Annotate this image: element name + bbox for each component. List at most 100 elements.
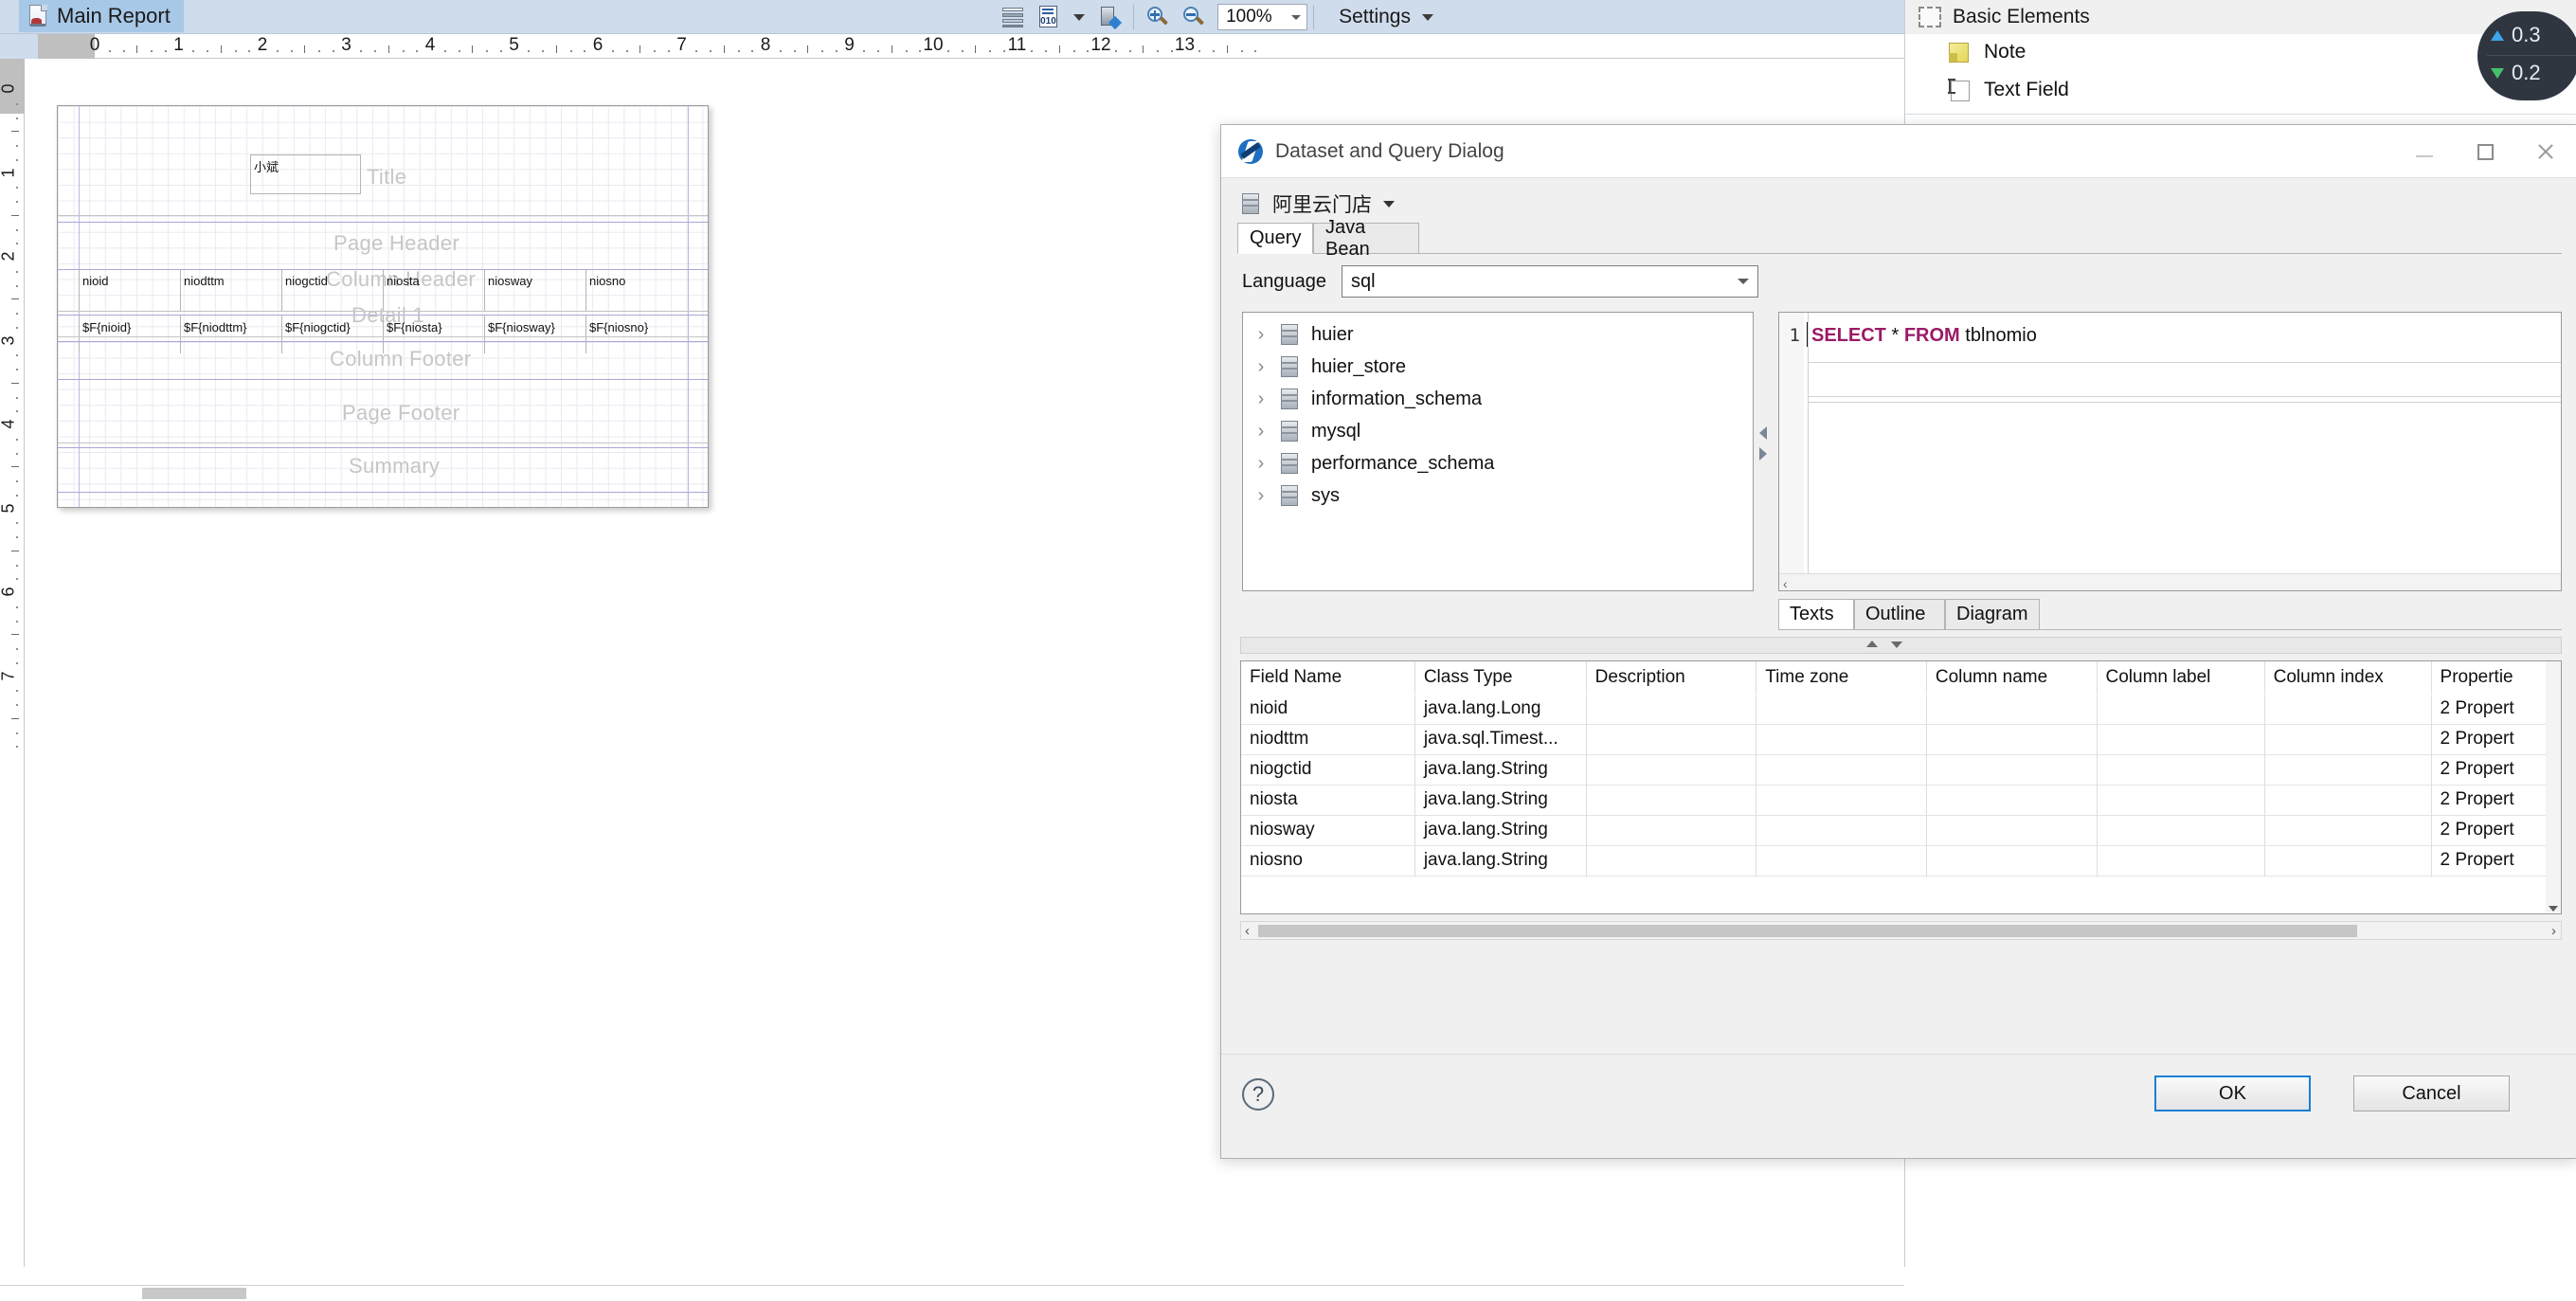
table-row[interactable]: niosta java.lang.String 2 Propert	[1241, 785, 2561, 815]
chevron-right-icon[interactable]: ›	[1254, 356, 1268, 378]
detail-field-cell[interactable]: $F{niogctid}	[285, 320, 351, 334]
table-row[interactable]: nioid java.lang.Long 2 Propert	[1241, 694, 2561, 724]
toolbar-divider	[1133, 5, 1135, 29]
col-header-class-type[interactable]: Class Type	[1414, 661, 1587, 695]
splitter-down-icon[interactable]	[1891, 641, 1902, 648]
document-tab-main-report[interactable]: Main Report	[19, 0, 184, 32]
ruler-minor-tick	[318, 50, 320, 52]
zoom-level-value: 100%	[1226, 7, 1272, 27]
vertical-splitter[interactable]	[1240, 637, 2562, 654]
ruler-half-tick	[220, 45, 222, 53]
field-table-horizontal-scrollbar[interactable]: ‹ ›	[1240, 921, 2562, 940]
report-page[interactable]: 小斌 Title Page Header Column Header nioid…	[57, 105, 709, 508]
col-header-column-label[interactable]: Column label	[2097, 661, 2265, 695]
maximize-icon	[2477, 143, 2494, 160]
data-binary-button[interactable]: 010	[1031, 2, 1067, 32]
help-button[interactable]: ?	[1242, 1078, 1274, 1111]
tree-item-huier-store[interactable]: › huier_store	[1243, 351, 1753, 383]
tree-item-mysql[interactable]: › mysql	[1243, 415, 1753, 447]
dialog-title-bar[interactable]: Dataset and Query Dialog	[1221, 125, 2576, 178]
table-row[interactable]: niosno java.lang.String 2 Propert	[1241, 845, 2561, 876]
data-binary-dropdown[interactable]	[1067, 2, 1091, 32]
tree-item-performance-schema[interactable]: › performance_schema	[1243, 447, 1753, 479]
title-textbox[interactable]: 小斌	[250, 154, 361, 194]
chevron-right-icon[interactable]: ›	[1254, 485, 1268, 507]
chevron-down-icon[interactable]	[1383, 200, 1395, 208]
tree-item-huier[interactable]: › huier	[1243, 318, 1753, 351]
sql-horizontal-scrollbar[interactable]: ‹	[1779, 573, 2561, 591]
table-row[interactable]: niosway java.lang.String 2 Propert	[1241, 815, 2561, 845]
palette-divider	[1905, 114, 2576, 115]
collapse-right-icon[interactable]	[1759, 447, 1767, 461]
language-combo[interactable]: sql	[1341, 265, 1758, 298]
scroll-down-icon[interactable]	[2549, 906, 2558, 912]
dialog-maximize-button[interactable]	[2455, 125, 2515, 178]
dialog-close-button[interactable]	[2515, 125, 2576, 178]
col-header-column-index[interactable]: Column index	[2264, 661, 2432, 695]
panel-splitter-handle[interactable]	[1759, 426, 1773, 464]
zoom-level-combo[interactable]: 100%	[1217, 4, 1308, 30]
scroll-left-icon[interactable]: ‹	[1245, 923, 1250, 939]
column-header-cell[interactable]: niodttm	[184, 274, 225, 288]
designer-horizontal-scrollbar[interactable]	[0, 1285, 1904, 1301]
server-edit-button[interactable]	[1091, 2, 1127, 32]
chevron-right-icon[interactable]: ›	[1254, 324, 1268, 346]
column-header-cell[interactable]: nioid	[82, 274, 108, 288]
cancel-button[interactable]: Cancel	[2353, 1075, 2510, 1111]
datasource-selector[interactable]: 阿里云门店	[1240, 190, 1395, 218]
column-header-cell[interactable]: niosno	[589, 274, 625, 288]
column-header-cell[interactable]: niosta	[387, 274, 420, 288]
settings-menu-button[interactable]: Settings	[1333, 6, 1439, 28]
field-table[interactable]: Field Name Class Type Description Time z…	[1240, 660, 2562, 914]
chevron-right-icon[interactable]: ›	[1254, 388, 1268, 410]
tab-java-bean[interactable]: Java Bean	[1313, 217, 1419, 260]
tree-item-sys[interactable]: › sys	[1243, 479, 1753, 512]
col-header-column-name[interactable]: Column name	[1926, 661, 2098, 695]
collapse-left-icon[interactable]	[1759, 426, 1767, 440]
ruler-half-tick	[11, 298, 19, 300]
col-header-properties[interactable]: Propertie	[2431, 661, 2561, 695]
dataset-and-query-dialog[interactable]: Dataset and Query Dialog 阿里云门店 Query Jav…	[1220, 124, 2576, 1159]
sql-line-1[interactable]: 1 SELECT * FROM tblnomio	[1779, 321, 2561, 350]
dialog-minimize-button[interactable]	[2394, 125, 2455, 178]
palette-section-basic-elements[interactable]: Basic Elements	[1905, 0, 2576, 34]
detail-field-cell[interactable]: $F{niosno}	[589, 320, 648, 334]
tab-texts[interactable]: Texts	[1778, 599, 1854, 630]
zoom-in-button[interactable]	[1140, 2, 1176, 32]
table-row[interactable]: niogctid java.lang.String 2 Propert	[1241, 754, 2561, 785]
sql-query-editor[interactable]: 1 SELECT * FROM tblnomio ‹	[1778, 312, 2562, 591]
ruler-minor-tick	[1031, 50, 1034, 52]
network-speed-widget[interactable]: 0.3 0.2	[2477, 11, 2576, 100]
splitter-up-icon[interactable]	[1866, 641, 1878, 647]
palette-item-note[interactable]: Note	[1947, 41, 2026, 63]
tree-item-information-schema[interactable]: › information_schema	[1243, 383, 1753, 415]
zoom-out-button[interactable]	[1176, 2, 1212, 32]
col-header-field-name[interactable]: Field Name	[1241, 661, 1415, 695]
detail-field-cell[interactable]: $F{nioid}	[82, 320, 131, 334]
tab-diagram[interactable]: Diagram	[1945, 599, 2040, 630]
scrollbar-thumb[interactable]	[142, 1288, 246, 1299]
dataset-rows-button[interactable]	[995, 2, 1031, 32]
palette-item-text-field[interactable]: Text Field	[1947, 78, 2069, 102]
detail-field-cell[interactable]: $F{niosway}	[488, 320, 555, 334]
ok-button[interactable]: OK	[2154, 1075, 2311, 1111]
schema-tree-panel[interactable]: › huier › huier_store › information_sche…	[1242, 312, 1754, 591]
scroll-left-icon[interactable]: ‹	[1783, 576, 1788, 591]
col-header-time-zone[interactable]: Time zone	[1756, 661, 1927, 695]
tab-outline[interactable]: Outline	[1854, 599, 1945, 630]
dialog-footer: ? OK Cancel	[1221, 1054, 2576, 1158]
detail-field-cell[interactable]: $F{niosta}	[387, 320, 442, 334]
field-table-vertical-scrollbar[interactable]	[2546, 661, 2561, 913]
col-header-description[interactable]: Description	[1586, 661, 1757, 695]
table-row[interactable]: niodttm java.sql.Timest... 2 Propert	[1241, 724, 2561, 754]
scrollbar-thumb[interactable]	[1258, 925, 2357, 937]
scroll-right-icon[interactable]: ›	[2551, 923, 2556, 939]
chevron-right-icon[interactable]: ›	[1254, 421, 1268, 443]
column-header-cell[interactable]: niosway	[488, 274, 532, 288]
chevron-right-icon[interactable]: ›	[1254, 453, 1268, 475]
sql-line-number: 1	[1789, 325, 1800, 346]
tab-query[interactable]: Query	[1237, 223, 1313, 254]
cell-field-name: niogctid	[1241, 754, 1415, 785]
column-header-cell[interactable]: niogctid	[285, 274, 328, 288]
detail-field-cell[interactable]: $F{niodttm}	[184, 320, 247, 334]
